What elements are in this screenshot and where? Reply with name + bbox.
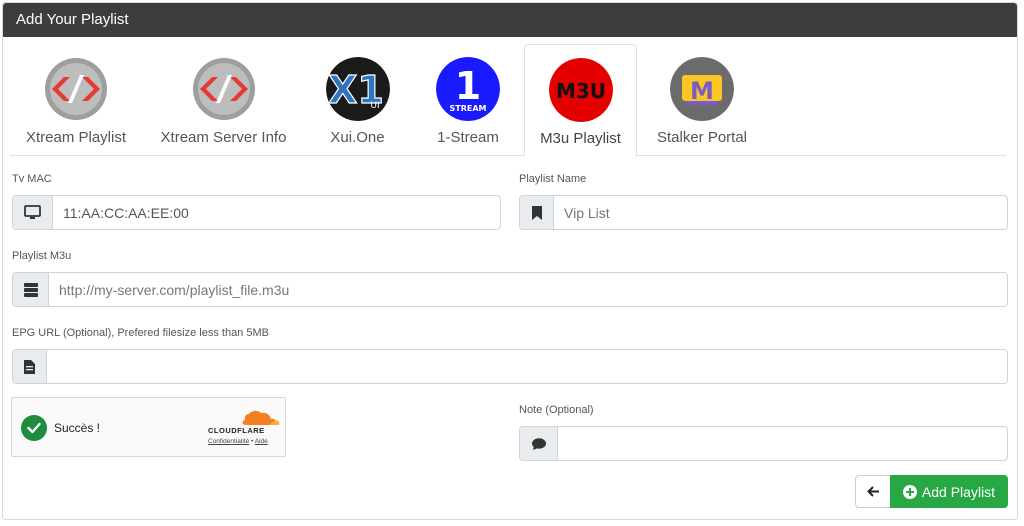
cloudflare-turnstile-widget[interactable]: Succès ! CLOUDFLARE Confidentialité • Ai… <box>11 397 286 457</box>
monitor-icon <box>13 196 53 229</box>
server-icon <box>13 273 49 306</box>
tab-label: Xui.One <box>330 129 385 146</box>
one-stream-logo-icon: 1 STREAM <box>436 57 500 121</box>
one-stream-logo-text: 1 <box>455 64 481 108</box>
xui-one-logo-icon: X1 UI <box>325 57 390 121</box>
cloudflare-wordmark: CLOUDFLARE <box>208 426 265 435</box>
captcha-status: Succès ! <box>54 421 101 435</box>
playlist-type-tabs: Xtream Playlist Xtream Server Info X1 UI… <box>10 44 1006 157</box>
epg-url-label: EPG URL (Optional), Prefered filesize le… <box>12 327 269 339</box>
playlist-name-input[interactable] <box>554 196 1007 229</box>
links-separator: • <box>251 438 254 445</box>
cloudflare-cloud-icon <box>242 410 280 425</box>
privacy-link[interactable]: Confidentialité <box>208 438 249 445</box>
tab-stalker-portal[interactable]: M Stalker Portal <box>646 44 758 156</box>
xtream-logo-icon <box>45 58 107 120</box>
tab-xtream-server-info[interactable]: Xtream Server Info <box>152 44 295 156</box>
captcha-links: Confidentialité • Aide <box>208 438 268 445</box>
tab-xtream-playlist[interactable]: Xtream Playlist <box>10 44 142 156</box>
note-group <box>519 426 1008 461</box>
playlist-name-label: Playlist Name <box>519 173 587 185</box>
tv-mac-input[interactable] <box>53 196 500 229</box>
comment-icon <box>520 427 558 460</box>
tv-mac-label: Tv MAC <box>12 173 52 185</box>
back-button[interactable] <box>855 475 891 508</box>
note-input[interactable] <box>558 427 1007 460</box>
playlist-m3u-input[interactable] <box>49 273 1007 306</box>
stalker-logo-text: M <box>690 77 714 105</box>
tab-label: 1-Stream <box>437 129 499 146</box>
plus-circle-icon <box>902 484 917 499</box>
tab-m3u-playlist[interactable]: M3U M3u Playlist <box>524 44 637 157</box>
card-header-title: Add Your Playlist <box>3 3 1017 37</box>
arrow-left-icon <box>867 486 879 497</box>
help-link[interactable]: Aide <box>255 438 268 445</box>
tab-xui-one[interactable]: X1 UI Xui.One <box>310 44 405 156</box>
playlist-m3u-group <box>12 272 1008 307</box>
m3u-logo-text: M3U <box>555 79 605 103</box>
tv-mac-group <box>12 195 501 230</box>
epg-url-input[interactable] <box>47 350 1007 383</box>
xui-logo-sub: UI <box>370 101 379 111</box>
tab-label: Xtream Server Info <box>160 129 287 146</box>
tab-label: M3u Playlist <box>540 130 621 147</box>
bookmark-icon <box>520 196 554 229</box>
file-icon <box>13 350 47 383</box>
one-stream-logo-sub: STREAM <box>450 104 487 113</box>
add-playlist-button[interactable]: Add Playlist <box>890 475 1008 508</box>
tab-label: Stalker Portal <box>656 129 748 146</box>
m3u-logo-icon: M3U <box>548 58 613 122</box>
playlist-m3u-label: Playlist M3u <box>12 250 72 262</box>
tab-one-stream[interactable]: 1 STREAM 1-Stream <box>420 44 516 156</box>
check-icon <box>21 415 47 441</box>
xtream-logo-icon <box>192 58 255 120</box>
add-playlist-label: Add Playlist <box>921 483 996 500</box>
note-label: Note (Optional) <box>519 404 594 416</box>
stalker-logo-icon: M <box>670 57 734 121</box>
playlist-name-group <box>519 195 1008 230</box>
epg-url-group <box>12 349 1008 384</box>
tab-label: Xtream Playlist <box>25 129 127 146</box>
